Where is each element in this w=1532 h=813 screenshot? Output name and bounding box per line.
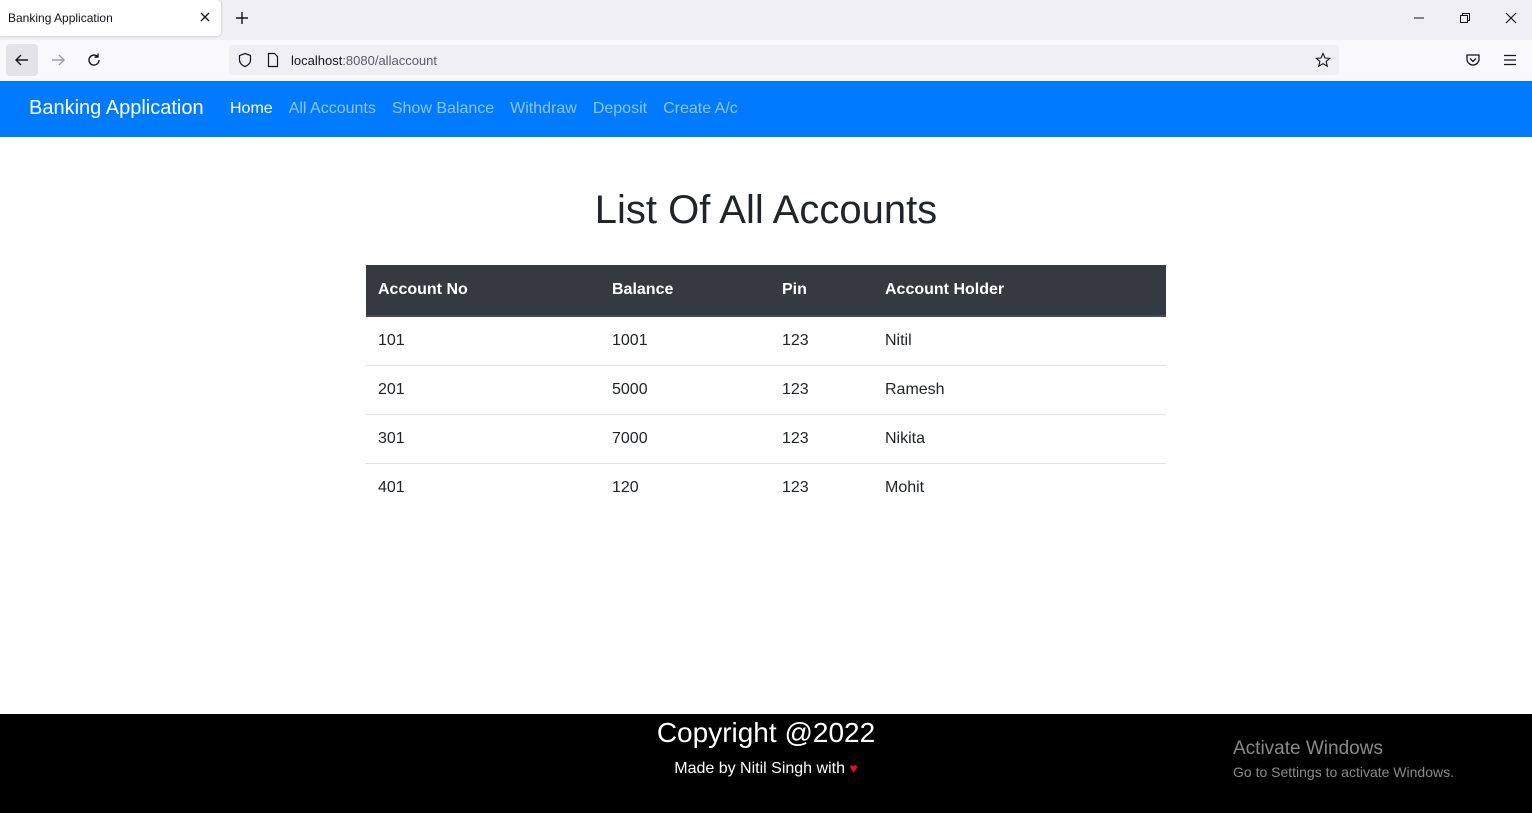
cell-account-holder: Ramesh: [873, 365, 1166, 415]
nav-link-home[interactable]: Home: [230, 100, 273, 118]
nav-link-all-accounts[interactable]: All Accounts: [289, 100, 376, 118]
reload-button[interactable]: [78, 44, 110, 76]
cell-balance: 1001: [612, 332, 648, 349]
column-header-balance: Balance: [600, 265, 770, 317]
hamburger-menu-icon[interactable]: [1502, 52, 1518, 73]
cell-account-holder: Nitil: [885, 332, 912, 349]
page-icon[interactable]: [265, 52, 281, 73]
browser-toolbar: localhost:8080/allaccount: [0, 40, 1532, 82]
heart-icon: ♥: [849, 760, 858, 776]
cell-pin: 123: [782, 332, 809, 349]
accounts-table: Account No Balance Pin Account Holder 10…: [366, 265, 1166, 512]
accounts-table-wrapper: Account No Balance Pin Account Holder 10…: [366, 265, 1166, 512]
browser-tabstrip: Banking Application: [0, 0, 1532, 40]
cell-account-holder: Nikita: [873, 414, 1166, 464]
nav-link-create-account[interactable]: Create A/c: [663, 100, 738, 118]
column-header-account-no: Account No: [366, 265, 600, 317]
column-header-account-holder: Account Holder: [873, 265, 1166, 317]
cell-balance: 7000: [600, 414, 770, 464]
table-row: 201 5000 123 Ramesh: [366, 365, 1166, 415]
navbar-brand[interactable]: Banking Application: [29, 97, 204, 120]
made-by-text: Made by Nitil Singh with: [674, 760, 845, 777]
cell-pin: 123: [770, 414, 873, 464]
url-text[interactable]: localhost:8080/allaccount: [291, 53, 437, 68]
minimize-icon[interactable]: [1411, 10, 1427, 26]
cell-account-holder: Mohit: [873, 463, 1166, 512]
app-navbar: Banking Application Home All Accounts Sh…: [0, 81, 1532, 137]
close-icon[interactable]: [197, 9, 213, 25]
cell-account-no: 101: [378, 332, 405, 349]
shield-icon[interactable]: [237, 52, 253, 73]
activate-windows-subtitle: Go to Settings to activate Windows.: [1233, 764, 1454, 780]
cell-pin: 123: [770, 463, 873, 512]
arrow-left-icon: [15, 54, 28, 66]
back-button[interactable]: [6, 44, 38, 76]
window-close-icon[interactable]: [1503, 10, 1519, 26]
bookmark-star-icon[interactable]: [1314, 52, 1332, 73]
cell-balance: 5000: [600, 365, 770, 415]
nav-link-withdraw[interactable]: Withdraw: [510, 100, 577, 118]
cell-account-no: 201: [366, 365, 600, 415]
new-tab-plus-icon[interactable]: [233, 9, 251, 27]
column-header-pin: Pin: [770, 265, 873, 317]
table-row: 101 1001 123 Nitil: [366, 316, 1166, 366]
url-host: localhost: [291, 53, 343, 68]
browser-tab[interactable]: Banking Application: [0, 0, 221, 36]
pocket-icon[interactable]: [1465, 52, 1481, 73]
page-title: List Of All Accounts: [594, 188, 938, 232]
nav-link-deposit[interactable]: Deposit: [593, 100, 647, 118]
restore-icon[interactable]: [1457, 10, 1473, 26]
activate-windows-title: Activate Windows: [1233, 738, 1383, 759]
cell-account-no: 301: [366, 414, 600, 464]
nav-links: Home All Accounts Show Balance Withdraw …: [230, 100, 754, 118]
reload-icon: [88, 53, 100, 66]
footer: Copyright @2022 Made by Nitil Singh with…: [0, 714, 1532, 813]
table-row: 401 120 123 Mohit: [366, 463, 1166, 512]
cell-balance: 120: [600, 463, 770, 512]
nav-link-show-balance[interactable]: Show Balance: [392, 100, 494, 118]
arrow-right-icon: [52, 54, 65, 66]
url-bar[interactable]: localhost:8080/allaccount: [229, 45, 1339, 75]
table-header-row: Account No Balance Pin Account Holder: [366, 265, 1166, 317]
url-path: :8080/allaccount: [342, 53, 437, 68]
cell-pin: 123: [770, 365, 873, 415]
forward-button[interactable]: [42, 44, 74, 76]
table-row: 301 7000 123 Nikita: [366, 414, 1166, 464]
tab-title: Banking Application: [8, 11, 113, 25]
cell-account-no: 401: [366, 463, 600, 512]
